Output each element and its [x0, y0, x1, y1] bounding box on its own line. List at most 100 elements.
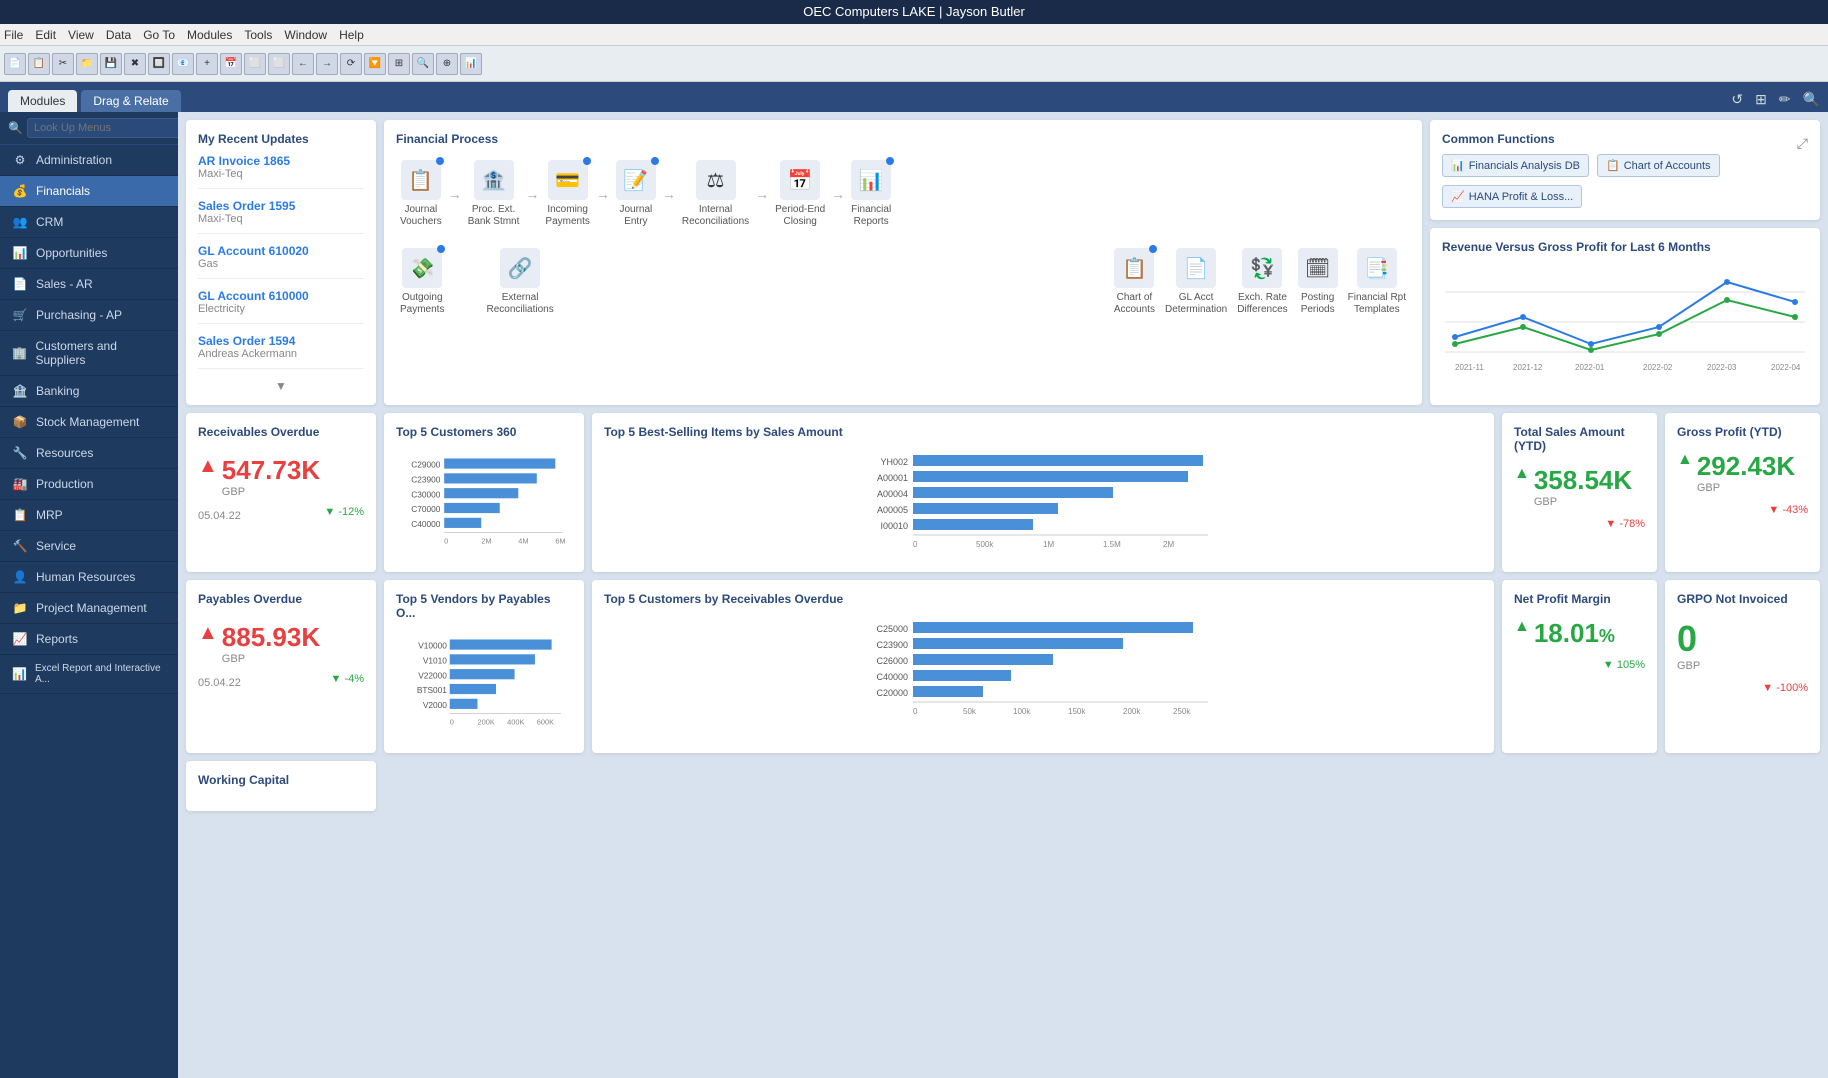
toolbar-btn-12[interactable]: ⬜ [268, 53, 290, 75]
sidebar-item-stock-management[interactable]: 📦 Stock Management [0, 407, 178, 438]
cf-expand-icon[interactable]: ⤢ [1797, 135, 1808, 152]
payables-change: ▼ -4% [330, 673, 364, 689]
sidebar-item-financials[interactable]: 💰 Financials [0, 176, 178, 207]
sidebar-item-resources[interactable]: 🔧 Resources [0, 438, 178, 469]
recent-sub-3: Gas [198, 258, 364, 270]
sidebar-search-input[interactable] [27, 118, 178, 138]
sidebar-item-sales-ar[interactable]: 📄 Sales - AR [0, 269, 178, 300]
reports-icon: 📈 [12, 632, 28, 646]
grpo-not-invoiced-card: GRPO Not Invoiced 0 GBP ▼ -100% [1665, 580, 1820, 753]
fp-period-end[interactable]: 📅 Period-EndClosing [771, 154, 829, 234]
tab-drag-relate[interactable]: Drag & Relate [81, 90, 180, 112]
menu-file[interactable]: File [4, 28, 23, 42]
receivables-change: ▼ -12% [324, 506, 364, 522]
fp-exch-rate[interactable]: 💱 Exch. RateDifferences [1233, 242, 1291, 322]
recent-link-1[interactable]: AR Invoice 1865 [198, 154, 364, 168]
receivables-date: 05.04.22 [198, 510, 241, 522]
cf-link-financials-analysis[interactable]: 📊 Financials Analysis DB [1442, 154, 1589, 177]
toolbar-btn-16[interactable]: 🔽 [364, 53, 386, 75]
fp-outgoing-payments[interactable]: 💸 OutgoingPayments [396, 242, 448, 322]
toolbar-btn-7[interactable]: 🔲 [148, 53, 170, 75]
toolbar-btn-20[interactable]: 📊 [460, 53, 482, 75]
toolbar-btn-18[interactable]: 🔍 [412, 53, 434, 75]
toolbar-btn-13[interactable]: ← [292, 53, 314, 75]
sidebar-item-excel-report[interactable]: 📊 Excel Report and Interactive A... [0, 655, 178, 694]
fp-pp-icon: 🗓 [1298, 248, 1338, 288]
menu-goto[interactable]: Go To [143, 28, 175, 42]
cf-link-chart-accounts[interactable]: 📋 Chart of Accounts [1597, 154, 1720, 177]
sidebar-item-opportunities[interactable]: 📊 Opportunities [0, 238, 178, 269]
fp-journal-vouchers[interactable]: 📋 JournalVouchers [396, 154, 446, 234]
svg-text:2M: 2M [481, 537, 491, 546]
menu-tools[interactable]: Tools [244, 28, 272, 42]
sidebar-item-banking[interactable]: 🏦 Banking [0, 376, 178, 407]
sidebar-item-project-management[interactable]: 📁 Project Management [0, 593, 178, 624]
recent-expand-icon[interactable]: ▼ [275, 379, 287, 393]
fp-incoming-payments[interactable]: 💳 IncomingPayments [541, 154, 593, 234]
sidebar-item-customers-suppliers[interactable]: 🏢 Customers and Suppliers [0, 331, 178, 376]
toolbar-btn-19[interactable]: ⊕ [436, 53, 458, 75]
topbar-edit-icon[interactable]: ✏ [1779, 91, 1791, 108]
sidebar-item-human-resources[interactable]: 👤 Human Resources [0, 562, 178, 593]
svg-text:YH002: YH002 [880, 457, 908, 467]
menu-modules[interactable]: Modules [187, 28, 232, 42]
sidebar-item-purchasing-ap[interactable]: 🛒 Purchasing - AP [0, 300, 178, 331]
recent-link-4[interactable]: GL Account 610000 [198, 289, 364, 303]
toolbar-btn-17[interactable]: ⊞ [388, 53, 410, 75]
toolbar-btn-5[interactable]: 💾 [100, 53, 122, 75]
tab-modules[interactable]: Modules [8, 90, 77, 112]
cf-links-container: 📊 Financials Analysis DB 📋 Chart of Acco… [1442, 154, 1808, 208]
topbar-search-icon[interactable]: 🔍 [1803, 91, 1820, 108]
recent-sub-2: Maxi-Teq [198, 213, 364, 225]
recent-link-5[interactable]: Sales Order 1594 [198, 334, 364, 348]
menu-data[interactable]: Data [106, 28, 131, 42]
grpo-currency: GBP [1677, 660, 1808, 672]
excel-icon: 📊 [12, 667, 27, 681]
sidebar-item-crm[interactable]: 👥 CRM [0, 207, 178, 238]
recent-item-1: AR Invoice 1865 Maxi-Teq [198, 154, 364, 189]
toolbar-btn-15[interactable]: ⟳ [340, 53, 362, 75]
toolbar-btn-10[interactable]: 📅 [220, 53, 242, 75]
fp-chart-accounts[interactable]: 📋 Chart ofAccounts [1110, 242, 1159, 322]
sidebar-item-mrp[interactable]: 📋 MRP [0, 500, 178, 531]
recent-item-2: Sales Order 1595 Maxi-Teq [198, 199, 364, 234]
sidebar-item-label: Human Resources [36, 570, 135, 584]
menu-window[interactable]: Window [284, 28, 327, 42]
recent-sub-5: Andreas Ackermann [198, 348, 364, 360]
fp-arrow-3: → [596, 186, 610, 202]
topbar-refresh-icon[interactable]: ↺ [1731, 91, 1743, 108]
fp-financial-rpt-templates[interactable]: 📑 Financial RptTemplates [1344, 242, 1410, 322]
sidebar-item-label: MRP [36, 508, 63, 522]
toolbar-btn-11[interactable]: ⬜ [244, 53, 266, 75]
toolbar-btn-8[interactable]: 📧 [172, 53, 194, 75]
menu-help[interactable]: Help [339, 28, 364, 42]
fp-internal-rec[interactable]: ⚖ InternalReconciliations [678, 154, 753, 234]
total-sales-triangle-icon: ▲ [1514, 465, 1530, 483]
sidebar-item-service[interactable]: 🔨 Service [0, 531, 178, 562]
fp-posting-periods[interactable]: 🗓 PostingPeriods [1294, 242, 1342, 322]
fp-proc-ext-bank[interactable]: 🏦 Proc. Ext.Bank Stmnt [464, 154, 524, 234]
toolbar-btn-3[interactable]: ✂ [52, 53, 74, 75]
sidebar-item-production[interactable]: 🏭 Production [0, 469, 178, 500]
toolbar-btn-4[interactable]: 📁 [76, 53, 98, 75]
sidebar-item-label: Purchasing - AP [36, 308, 122, 322]
topbar-grid-icon[interactable]: ⊞ [1755, 91, 1767, 108]
menu-view[interactable]: View [68, 28, 94, 42]
toolbar-btn-2[interactable]: 📋 [28, 53, 50, 75]
fp-external-rec[interactable]: 🔗 ExternalReconciliations [482, 242, 557, 322]
fp-financial-reports[interactable]: 📊 FinancialReports [847, 154, 895, 234]
toolbar-btn-6[interactable]: ✖ [124, 53, 146, 75]
sidebar-item-administration[interactable]: ⚙ Administration [0, 145, 178, 176]
toolbar-btn-9[interactable]: + [196, 53, 218, 75]
recent-link-2[interactable]: Sales Order 1595 [198, 199, 364, 213]
menu-edit[interactable]: Edit [35, 28, 56, 42]
sidebar-item-reports[interactable]: 📈 Reports [0, 624, 178, 655]
toolbar-btn-14[interactable]: → [316, 53, 338, 75]
fp-gl-acct-det[interactable]: 📄 GL AcctDetermination [1161, 242, 1231, 322]
recent-link-3[interactable]: GL Account 610020 [198, 244, 364, 258]
toolbar-btn-1[interactable]: 📄 [4, 53, 26, 75]
cf-link-hana[interactable]: 📈 HANA Profit & Loss... [1442, 185, 1582, 208]
fp-jv-icon: 📋 [401, 160, 441, 200]
fp-journal-entry[interactable]: 📝 JournalEntry [612, 154, 660, 234]
grpo-value: 0 [1677, 618, 1808, 660]
